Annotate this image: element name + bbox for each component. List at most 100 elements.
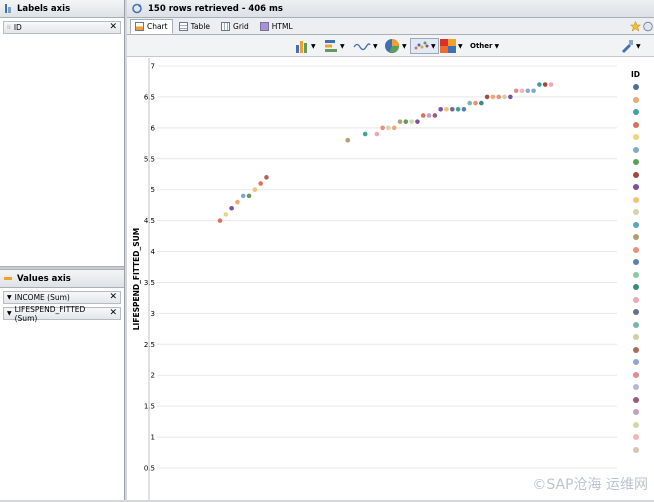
dropdown-arrow-icon: ▼ (311, 42, 316, 50)
star-icon[interactable] (630, 21, 641, 32)
scatter-point[interactable] (502, 94, 507, 100)
other-chart-types-button[interactable]: Other ▼ (470, 38, 499, 54)
pie-chart-type-button[interactable]: ▼ (384, 38, 407, 54)
legend-marker[interactable] (633, 84, 639, 90)
legend-marker[interactable] (633, 259, 639, 265)
chip-label: INCOME (Sum) (14, 293, 70, 302)
scatter-point[interactable] (380, 125, 385, 131)
scatter-point[interactable] (542, 82, 548, 87)
scatter-point[interactable] (246, 193, 252, 199)
scatter-point[interactable] (217, 218, 223, 223)
legend-marker[interactable] (633, 96, 639, 103)
legend-marker[interactable] (633, 134, 639, 140)
refresh-icon[interactable] (131, 3, 143, 14)
scatter-point[interactable] (420, 113, 426, 118)
tab-table[interactable]: Table (174, 19, 215, 34)
legend-marker[interactable] (633, 121, 639, 128)
values-axis-chip-lifespend[interactable]: ▼ LIFESPEND_FITTED (Sum) ✕ (3, 305, 121, 323)
scatter-point[interactable] (490, 94, 496, 100)
scatter-point[interactable] (426, 113, 432, 118)
scatter-point[interactable] (397, 119, 403, 124)
legend-marker[interactable] (633, 271, 639, 278)
labels-axis-header: Labels axis (0, 0, 124, 18)
scatter-chart-type-button[interactable]: ▼ (410, 38, 439, 54)
scatter-point[interactable] (508, 94, 513, 100)
legend-marker[interactable] (633, 384, 639, 390)
scatter-point[interactable] (374, 131, 380, 137)
scatter-point[interactable] (548, 82, 554, 87)
scatter-point[interactable] (252, 187, 258, 192)
legend-marker[interactable] (633, 371, 639, 378)
scatter-point[interactable] (345, 137, 351, 143)
scatter-point[interactable] (455, 106, 461, 112)
labels-axis-chip-id[interactable]: ⁞⁞ ID ✕ (3, 21, 121, 34)
help-icon[interactable] (643, 21, 653, 32)
legend-marker[interactable] (633, 184, 639, 190)
scatter-point[interactable] (264, 175, 269, 180)
scatter-point[interactable] (438, 106, 443, 112)
scatter-point[interactable] (461, 106, 467, 112)
tab-html[interactable]: HTML (255, 19, 298, 34)
scatter-point[interactable] (258, 181, 263, 186)
legend-marker[interactable] (633, 159, 639, 165)
line-chart-icon (353, 43, 371, 51)
scatter-point[interactable] (409, 119, 414, 124)
legend-marker[interactable] (633, 396, 639, 403)
scatter-point[interactable] (479, 100, 484, 106)
scatter-point[interactable] (473, 100, 478, 106)
stacked-bar-type-button[interactable]: ▼ (324, 38, 345, 54)
tab-grid[interactable]: Grid (216, 19, 254, 34)
scatter-point[interactable] (519, 88, 525, 94)
scatter-point[interactable] (362, 131, 368, 137)
values-axis-chip-income[interactable]: ▼ INCOME (Sum) ✕ (3, 291, 121, 304)
legend-marker[interactable] (633, 234, 639, 240)
scatter-point[interactable] (484, 94, 490, 100)
legend-marker[interactable] (633, 346, 639, 353)
legend-marker[interactable] (633, 359, 639, 365)
scatter-point[interactable] (386, 125, 391, 131)
line-chart-type-button[interactable]: ▼ (353, 38, 378, 54)
legend-marker[interactable] (633, 321, 639, 328)
scatter-point[interactable] (432, 113, 438, 118)
pie-chart-icon (385, 39, 400, 54)
legend-marker[interactable] (633, 196, 639, 203)
labels-axis-dropzone[interactable]: ⁞⁞ ID ✕ (0, 21, 124, 267)
scatter-point[interactable] (444, 106, 449, 112)
scatter-point[interactable] (537, 82, 542, 87)
legend-marker[interactable] (633, 446, 639, 453)
scatter-point[interactable] (467, 100, 473, 106)
scatter-point[interactable] (391, 125, 397, 131)
tab-chart[interactable]: Chart (130, 19, 173, 34)
scatter-point[interactable] (223, 212, 229, 217)
legend-marker[interactable] (633, 109, 639, 115)
scatter-point[interactable] (531, 88, 536, 94)
y-tick-label: 1 (151, 434, 155, 442)
legend-marker[interactable] (633, 434, 639, 440)
legend-marker[interactable] (633, 209, 639, 215)
bar-chart-type-button[interactable]: ▼ (295, 38, 316, 54)
scatter-point[interactable] (449, 106, 455, 112)
legend-marker[interactable] (633, 146, 639, 153)
legend-marker[interactable] (633, 246, 639, 253)
legend-marker[interactable] (633, 221, 639, 228)
scatter-point[interactable] (403, 119, 409, 124)
scatter-point[interactable] (525, 88, 531, 94)
scatter-point[interactable] (496, 94, 502, 100)
legend-marker[interactable] (633, 284, 639, 290)
scatter-point[interactable] (513, 88, 519, 94)
legend-marker[interactable] (633, 334, 639, 340)
scatter-point[interactable] (240, 193, 246, 199)
legend-marker[interactable] (633, 309, 639, 315)
chart-settings-button[interactable]: ▼ (620, 38, 641, 54)
scatter-point[interactable] (235, 199, 240, 205)
legend-marker[interactable] (633, 409, 639, 415)
remove-chip-icon[interactable]: ✕ (109, 293, 117, 302)
legend-marker[interactable] (633, 171, 639, 178)
legend-marker[interactable] (633, 296, 639, 303)
remove-chip-icon[interactable]: ✕ (109, 23, 117, 32)
remove-chip-icon[interactable]: ✕ (109, 309, 117, 318)
scatter-point[interactable] (415, 119, 420, 124)
legend-marker[interactable] (633, 421, 639, 428)
scatter-point[interactable] (229, 205, 234, 211)
heatmap-chart-type-button[interactable]: ▼ (440, 38, 463, 54)
